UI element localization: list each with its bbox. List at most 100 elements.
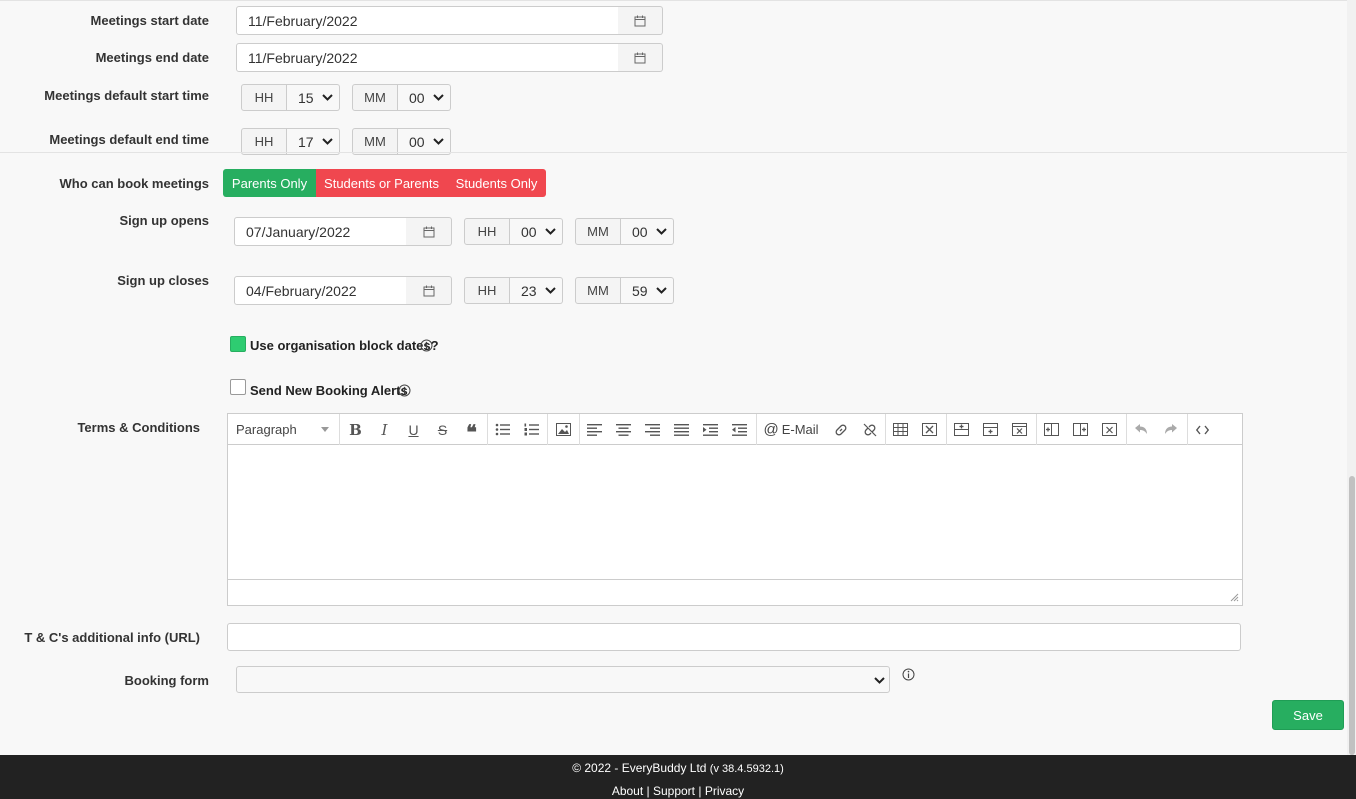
delete-table-icon[interactable] — [915, 414, 944, 445]
redo-icon[interactable] — [1156, 414, 1185, 445]
numbered-list-icon[interactable] — [517, 414, 546, 445]
signup-opens-hour-select[interactable]: 00 — [510, 218, 563, 245]
hh-addon: HH — [241, 84, 287, 111]
indent-icon[interactable] — [696, 414, 725, 445]
insert-row-after-icon[interactable] — [976, 414, 1005, 445]
selected-value: 15 — [298, 89, 314, 106]
outdent-icon[interactable] — [725, 414, 754, 445]
meetings-default-start-label: Meetings default start time — [44, 88, 209, 103]
undo-icon[interactable] — [1127, 414, 1156, 445]
chevron-down-icon — [656, 287, 667, 294]
booking-form-label: Booking form — [124, 673, 210, 688]
footer-links: About | Support | Privacy — [0, 784, 1356, 798]
block-dates-label: Use organisation block dates? — [250, 338, 439, 353]
chevron-down-icon — [433, 138, 444, 145]
selected-value: 17 — [298, 133, 314, 150]
tc-url-input[interactable] — [227, 623, 1241, 651]
footer-separator: | — [698, 784, 702, 798]
email-button-label: E-Mail — [781, 422, 819, 437]
editor-toolbar: Paragraph B I U S ❝ @ E-Mail — [228, 414, 1242, 445]
image-icon[interactable] — [548, 414, 578, 445]
email-button[interactable]: @ E-Mail — [757, 414, 825, 445]
booking-form-select[interactable] — [236, 666, 890, 693]
bold-icon[interactable]: B — [341, 414, 370, 445]
block-dates-checkbox[interactable] — [230, 336, 246, 352]
save-button[interactable]: Save — [1272, 700, 1344, 730]
chevron-down-icon — [656, 228, 667, 235]
booking-alerts-checkbox[interactable] — [230, 379, 246, 395]
align-justify-icon[interactable] — [667, 414, 696, 445]
signup-closes-calendar-button[interactable] — [406, 276, 452, 305]
table-icon[interactable] — [886, 414, 915, 445]
strikethrough-icon[interactable]: S — [428, 414, 457, 445]
footer-copyright-line: © 2022 - EveryBuddy Ltd (v 38.4.5932.1) — [0, 761, 1356, 775]
meetings-start-date-calendar-button[interactable] — [618, 6, 663, 35]
signup-opens-label: Sign up opens — [119, 213, 209, 228]
students-or-parents-button[interactable]: Students or Parents — [316, 169, 447, 197]
insert-row-before-icon[interactable] — [947, 414, 976, 445]
default-end-minute-select[interactable]: 00 — [398, 128, 451, 155]
default-start-hour-select[interactable]: 15 — [287, 84, 340, 111]
align-right-icon[interactable] — [638, 414, 667, 445]
section-divider — [0, 152, 1356, 153]
meetings-start-date-label: Meetings start date — [90, 13, 209, 28]
chevron-down-icon — [433, 94, 444, 101]
editor-statusbar — [228, 579, 1242, 605]
link-icon[interactable] — [826, 414, 855, 445]
signup-closes-date-input[interactable]: 04/February/2022 — [234, 276, 407, 305]
default-end-hour-select[interactable]: 17 — [287, 128, 340, 155]
italic-icon[interactable]: I — [370, 414, 399, 445]
bullet-list-icon[interactable] — [488, 414, 517, 445]
editor-content-area[interactable] — [228, 445, 1242, 579]
delete-column-icon[interactable] — [1095, 414, 1124, 445]
blockquote-icon[interactable]: ❝ — [457, 414, 486, 445]
resize-handle-icon[interactable] — [1230, 593, 1239, 602]
align-center-icon[interactable] — [609, 414, 638, 445]
source-code-icon[interactable] — [1188, 414, 1217, 445]
mm-addon: MM — [575, 277, 621, 304]
unlink-icon[interactable] — [855, 414, 884, 445]
signup-opens-calendar-button[interactable] — [406, 217, 452, 246]
signup-closes-minute-select[interactable]: 59 — [621, 277, 674, 304]
about-link[interactable]: About — [612, 784, 643, 798]
info-icon[interactable] — [398, 384, 411, 397]
insert-column-after-icon[interactable] — [1066, 414, 1095, 445]
meetings-end-date-input[interactable]: 11/February/2022 — [236, 43, 619, 72]
info-icon[interactable] — [420, 339, 433, 352]
caret-down-icon — [321, 427, 329, 432]
hh-addon: HH — [464, 277, 510, 304]
calendar-icon — [634, 52, 646, 63]
toolbar-separator — [339, 414, 340, 445]
footer: © 2022 - EveryBuddy Ltd (v 38.4.5932.1) … — [0, 755, 1356, 799]
support-link[interactable]: Support — [653, 784, 695, 798]
signup-closes-hour-select[interactable]: 23 — [510, 277, 563, 304]
footer-separator: | — [646, 784, 650, 798]
students-only-button[interactable]: Students Only — [447, 169, 546, 197]
format-select[interactable]: Paragraph — [228, 414, 339, 445]
meetings-end-date-calendar-button[interactable] — [618, 43, 663, 72]
privacy-link[interactable]: Privacy — [705, 784, 744, 798]
meetings-start-date-input[interactable]: 11/February/2022 — [236, 6, 619, 35]
chevron-down-icon — [322, 138, 333, 145]
signup-opens-minute-select[interactable]: 00 — [621, 218, 674, 245]
default-start-minute-select[interactable]: 00 — [398, 84, 451, 111]
align-left-icon[interactable] — [580, 414, 609, 445]
selected-value: 00 — [409, 89, 425, 106]
chevron-down-icon — [874, 677, 885, 684]
underline-icon[interactable]: U — [399, 414, 428, 445]
delete-row-icon[interactable] — [1005, 414, 1034, 445]
info-icon[interactable] — [902, 668, 915, 681]
parents-only-button[interactable]: Parents Only — [223, 169, 316, 197]
terms-editor: Paragraph B I U S ❝ @ E-Mail — [227, 413, 1243, 606]
scrollbar-thumb[interactable] — [1349, 476, 1355, 755]
booking-alerts-label: Send New Booking Alerts — [250, 383, 408, 398]
mm-addon: MM — [575, 218, 621, 245]
calendar-icon — [634, 15, 646, 26]
insert-column-before-icon[interactable] — [1037, 414, 1066, 445]
top-divider — [0, 0, 1356, 1]
signup-opens-date-input[interactable]: 07/January/2022 — [234, 217, 407, 246]
signup-closes-label: Sign up closes — [117, 273, 209, 288]
chevron-down-icon — [322, 94, 333, 101]
at-icon: @ — [763, 421, 779, 438]
copyright-text: © 2022 - EveryBuddy Ltd — [572, 761, 707, 775]
